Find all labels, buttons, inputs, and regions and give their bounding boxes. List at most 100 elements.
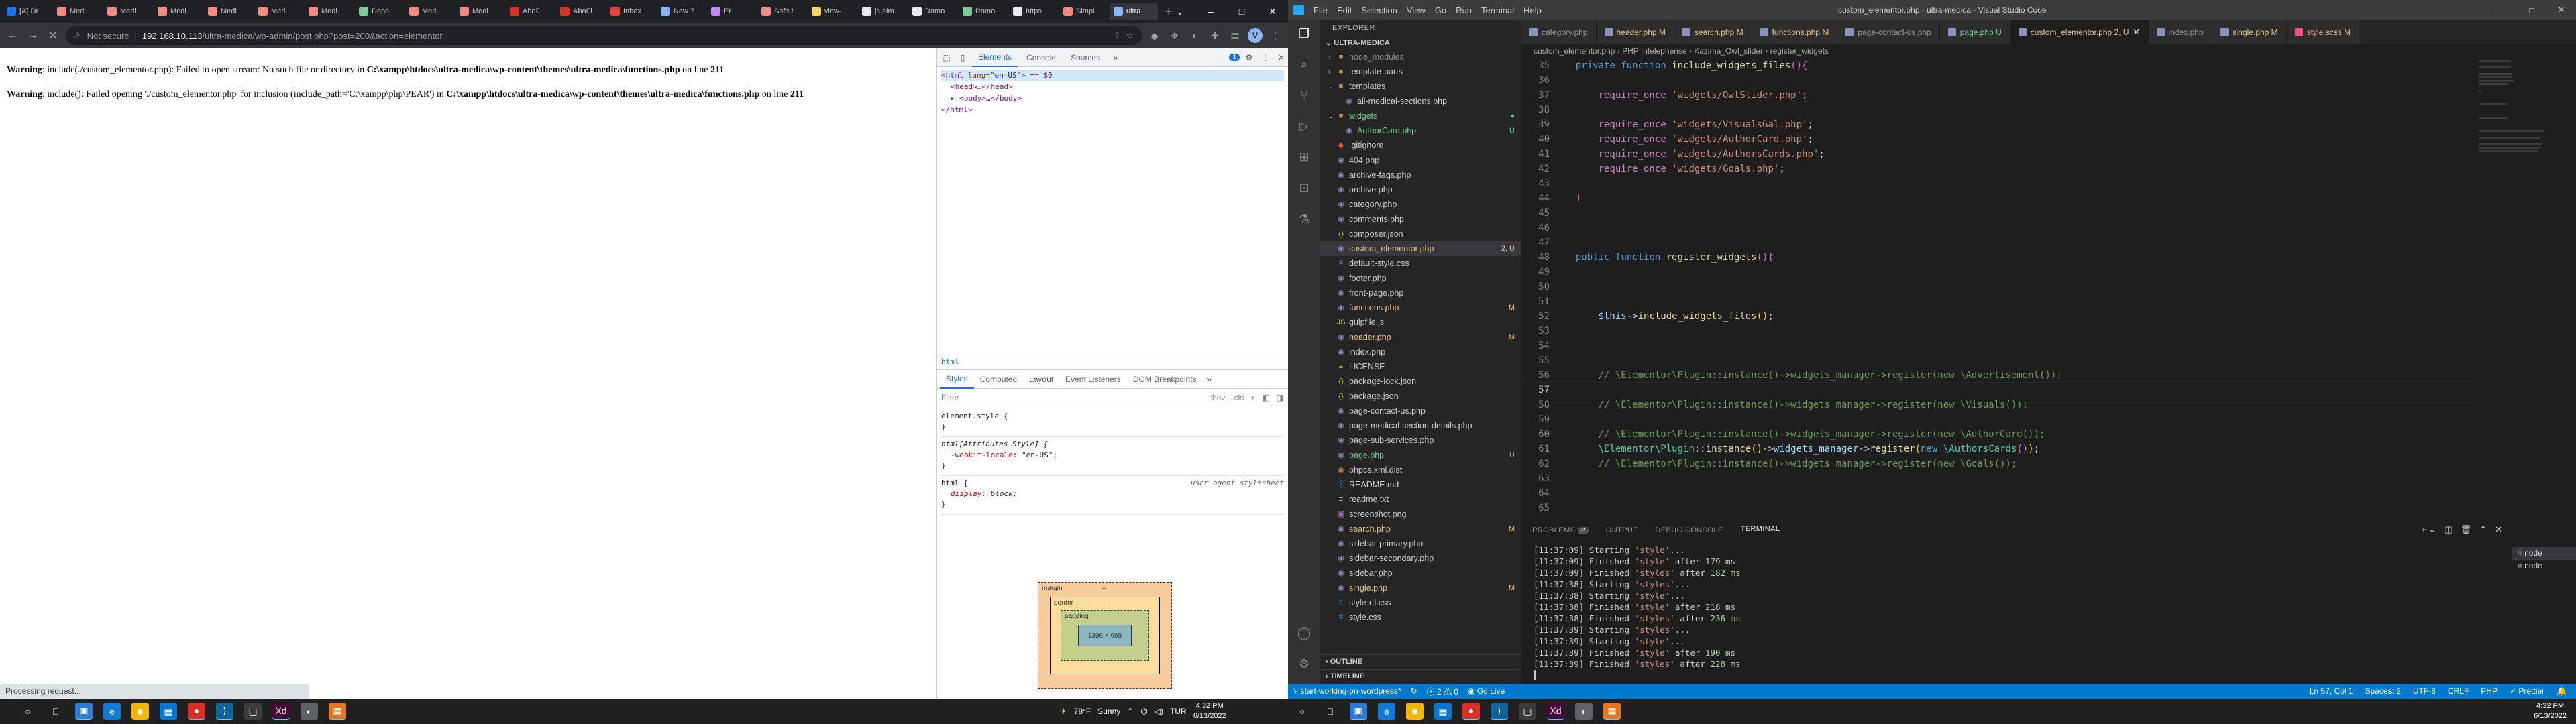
prettier-status[interactable]: ✓ Prettier <box>2510 686 2544 696</box>
menu-file[interactable]: File <box>1313 5 1328 15</box>
code-line[interactable]: 55 <box>1521 353 2474 368</box>
browser-tab[interactable]: Medi <box>204 3 252 20</box>
code-line[interactable]: 54 <box>1521 339 2474 353</box>
file-tree-item[interactable]: ◉ archive-faqs.php <box>1320 168 1521 182</box>
clock[interactable]: 4:32 PM 6/13/2022 <box>2534 701 2567 721</box>
account-icon[interactable]: ◯ <box>1296 626 1312 642</box>
bell-icon[interactable]: 🔔 <box>2557 686 2567 696</box>
source-control-icon[interactable]: ⑂ <box>1296 88 1312 105</box>
taskbar-app-icon[interactable]: ⟩ <box>1491 703 1508 720</box>
taskbar-app-icon[interactable]: e <box>103 703 121 720</box>
editor-tab[interactable]: page-contact-us.php <box>1837 20 1940 44</box>
code-line[interactable]: 41 require_once 'widgets/AuthorsCards.ph… <box>1521 147 2474 162</box>
browser-tab[interactable]: AboFi <box>556 3 604 20</box>
code-editor[interactable]: 35 private function include_widgets_file… <box>1521 58 2474 520</box>
code-line[interactable]: 45 <box>1521 206 2474 221</box>
weather-text[interactable]: Sunny <box>1097 707 1120 716</box>
browser-tab[interactable]: ultra <box>1110 3 1158 20</box>
back-icon[interactable]: ← <box>5 29 20 42</box>
star-icon[interactable]: ☆ <box>1126 30 1134 41</box>
file-tree-item[interactable]: ◉ category.php <box>1320 197 1521 212</box>
remote-explorer-icon[interactable]: ⊡ <box>1296 181 1312 197</box>
file-tree-item[interactable]: ◉ archive.php <box>1320 182 1521 197</box>
browser-tab[interactable]: Safe t <box>757 3 806 20</box>
dom-breadcrumb[interactable]: html <box>937 355 1288 370</box>
cls-toggle[interactable]: .cls <box>1232 393 1244 402</box>
browser-tab[interactable]: https <box>1009 3 1057 20</box>
code-line[interactable]: 47 <box>1521 235 2474 250</box>
code-line[interactable]: 57 <box>1521 382 2474 398</box>
file-tree-item[interactable]: # style-rtl.css <box>1320 595 1521 610</box>
terminal-instance[interactable]: ⌗ node <box>2512 547 2576 560</box>
file-tree-item[interactable]: {} composer.json <box>1320 227 1521 241</box>
taskbar-app-icon[interactable]: ◐ <box>301 703 318 720</box>
outline-section[interactable]: › OUTLINE <box>1320 654 1521 669</box>
network-icon[interactable]: ⌬ <box>1140 707 1147 716</box>
tab-dom-breakpoints[interactable]: DOM Breakpoints <box>1127 370 1203 389</box>
code-line[interactable]: 35 private function include_widgets_file… <box>1521 58 2474 73</box>
dom-node-body[interactable]: ▸ <body>…</body> <box>941 93 1284 104</box>
taskbar-app-icon[interactable]: ▣ <box>1350 703 1367 720</box>
code-line[interactable]: 39 require_once 'widgets/VisualsGal.php'… <box>1521 117 2474 132</box>
code-line[interactable]: 64 <box>1521 486 2474 501</box>
taskbar-app-icon[interactable]: ⟩ <box>216 703 233 720</box>
browser-tab[interactable]: Medi <box>455 3 504 20</box>
code-line[interactable]: 60 // \Elementor\Plugin::instance()->wid… <box>1521 427 2474 442</box>
language-indicator[interactable]: TUR <box>1170 707 1187 716</box>
files-icon[interactable]: ❐ <box>1296 27 1312 43</box>
dom-node-head[interactable]: <head>…</head> <box>941 81 1284 93</box>
file-tree-item[interactable]: ◉ AuthorCard.php U <box>1320 123 1521 138</box>
file-tree-item[interactable]: ◉ all-medical-sections.php <box>1320 94 1521 109</box>
weather-icon[interactable]: ☀ <box>1060 707 1067 716</box>
hov-toggle[interactable]: :hov <box>1210 393 1226 402</box>
more-tabs-icon[interactable]: » <box>1203 375 1216 384</box>
browser-tab[interactable]: Er <box>707 3 755 20</box>
minimize-button[interactable]: – <box>2487 0 2517 20</box>
computed-toggle-icon[interactable]: ◧ <box>1262 393 1269 402</box>
styles-filter-input[interactable]: Filter <box>941 393 1203 402</box>
editor-tab[interactable]: header.php M <box>1596 20 1674 44</box>
file-tree-item[interactable]: ◉ 404.php <box>1320 153 1521 168</box>
cursor-position[interactable]: Ln 57, Col 1 <box>2310 686 2353 696</box>
file-tree-item[interactable]: ≡ readme.txt <box>1320 492 1521 507</box>
editor-tab[interactable]: index.php <box>2148 20 2212 44</box>
close-button[interactable]: ✕ <box>2546 0 2576 20</box>
file-tree-item[interactable]: ◉ index.php <box>1320 345 1521 359</box>
trash-icon[interactable]: 🗑 <box>2461 524 2472 535</box>
language-mode[interactable]: PHP <box>2481 686 2498 696</box>
taskbar-app-icon[interactable]: e <box>1378 703 1395 720</box>
file-tree-item[interactable]: ◉ phpcs.xml.dist <box>1320 463 1521 477</box>
problems-indicator[interactable]: ⓧ 2 ⚠ 0 <box>1427 686 1458 697</box>
forward-icon[interactable]: → <box>25 29 40 42</box>
issues-badge[interactable]: 1 <box>1229 54 1240 61</box>
file-tree-item[interactable]: › ■ node_modules <box>1320 50 1521 64</box>
browser-tab[interactable]: Medi <box>405 3 453 20</box>
browser-tab[interactable]: [A] Dr <box>3 3 51 20</box>
extension-icon[interactable]: ❖ <box>1167 28 1182 43</box>
code-line[interactable]: 48 public function register_widgets(){ <box>1521 250 2474 265</box>
tab-problems[interactable]: PROBLEMS 2 <box>1532 526 1589 534</box>
code-line[interactable]: 36 <box>1521 73 2474 88</box>
browser-tab[interactable]: Medi <box>305 3 353 20</box>
chevron-up-icon[interactable]: ⌃ <box>2479 524 2487 535</box>
kebab-menu-icon[interactable]: ⋮ <box>1268 28 1283 43</box>
code-line[interactable]: 61 \Elementor\Plugin::instance()->widget… <box>1521 442 2474 457</box>
file-tree-item[interactable]: ◉ footer.php <box>1320 271 1521 286</box>
menu-selection[interactable]: Selection <box>1361 5 1397 15</box>
code-line[interactable]: 49 <box>1521 265 2474 280</box>
tab-sources[interactable]: Sources <box>1065 48 1106 67</box>
menu-run[interactable]: Run <box>1456 5 1472 15</box>
taskbar-app-icon[interactable]: ■ <box>131 703 149 720</box>
taskbar-app-icon[interactable]: ⎕ <box>1322 703 1339 720</box>
new-terminal-icon[interactable]: + ⌄ <box>2421 524 2436 535</box>
menu-view[interactable]: View <box>1407 5 1426 15</box>
encoding[interactable]: UTF-8 <box>2413 686 2436 696</box>
file-tree-item[interactable]: › ■ template-parts <box>1320 64 1521 79</box>
taskbar-app-icon[interactable]: ⎕ <box>47 703 64 720</box>
file-tree-item[interactable]: ◉ sidebar.php <box>1320 566 1521 581</box>
terminal-instance[interactable]: ⌗ node <box>2512 560 2576 572</box>
code-line[interactable]: 43 <box>1521 176 2474 191</box>
tab-styles[interactable]: Styles <box>940 370 974 389</box>
weather-temp[interactable]: 78°F <box>1074 707 1091 716</box>
code-line[interactable]: 56 // \Elementor\Plugin::instance()->wid… <box>1521 368 2474 383</box>
